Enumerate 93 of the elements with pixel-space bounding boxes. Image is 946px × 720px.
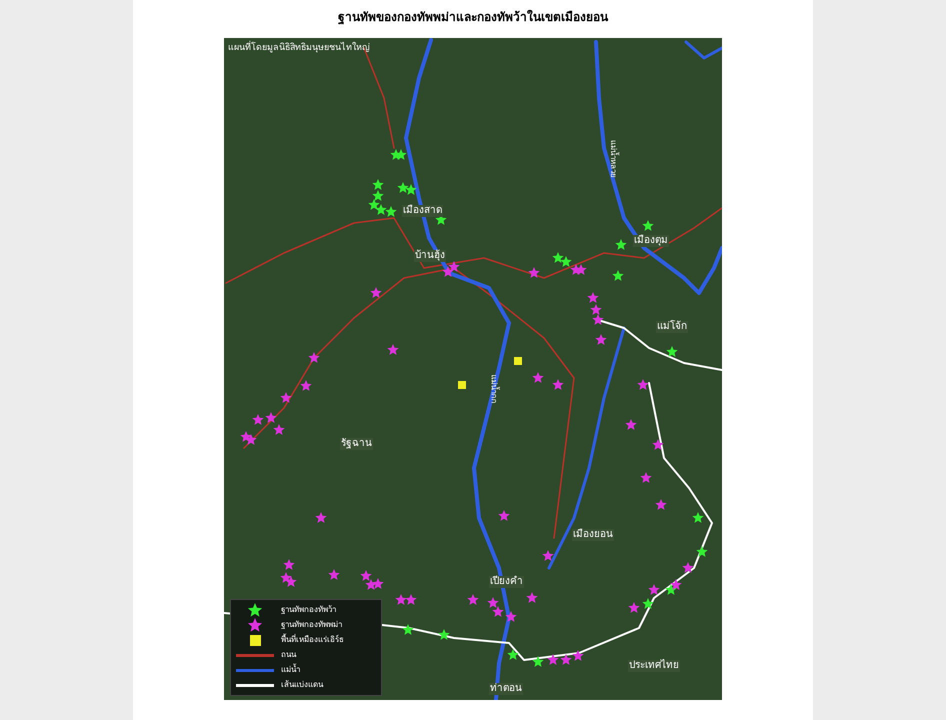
legend-label: ฐานทัพกองทัพพม่า [281,619,342,631]
legend-label: ถนน [281,649,296,661]
place-label: รัฐฉาน [340,438,373,450]
star-marker [628,602,640,613]
star-marker [652,439,664,450]
star-marker [245,434,257,445]
star-marker [285,576,297,587]
star-marker [283,559,295,570]
star-marker [595,334,607,345]
star-marker [572,650,584,661]
star-marker [575,264,587,275]
star-marker [387,344,399,355]
legend-label: พื้นที่เหมืองแร่เอิร์ธ [281,634,344,646]
star-marker [372,578,384,589]
star-marker [507,649,519,660]
star-marker [612,270,624,281]
square-marker [514,357,522,365]
place-label: ท่าตอน [489,683,523,695]
star-marker [587,292,599,303]
star-marker [665,584,677,595]
star-marker [682,562,694,573]
star-marker [467,594,479,605]
star-icon [247,602,263,618]
star-marker [532,656,544,667]
star-marker [405,184,417,195]
star-marker [395,149,407,160]
star-marker [637,379,649,390]
star-marker [492,606,504,617]
star-marker [560,256,572,267]
star-marker [328,569,340,580]
star-marker [552,379,564,390]
star-marker [448,261,460,272]
river-label: แม่น้ำกก [488,374,500,404]
star-marker [273,424,285,435]
place-label: เปียงคำ [489,576,524,588]
place-label: แม่โจ้ก [656,321,688,333]
star-marker [397,182,409,193]
star-icon [247,617,263,633]
star-marker [498,510,510,521]
star-marker [315,512,327,523]
star-marker [365,579,377,590]
star-marker [395,594,407,605]
star-marker [300,380,312,391]
star-marker [442,266,454,277]
star-marker [402,624,414,635]
star-marker [642,598,654,609]
star-marker [505,611,517,622]
star-marker [590,304,602,315]
star-marker [385,206,397,217]
star-marker [642,220,654,231]
star-marker [528,267,540,278]
river-label: แม่น้ำหลวย [608,140,619,178]
star-marker [666,346,678,357]
star-marker [532,372,544,383]
star-marker [252,414,264,425]
star-marker [370,287,382,298]
star-marker [625,419,637,430]
star-marker [547,654,559,665]
star-marker [692,512,704,523]
map-credit: แผนที่โดยมูลนิธิสิทธิมนุษยชนไทใหญ่ [228,42,370,56]
star-marker [670,579,682,590]
place-label: บ้านฮุ้ง [414,250,446,262]
star-marker [487,597,499,608]
legend-label: ฐานทัพกองทัพว้า [281,604,336,616]
star-marker [372,190,384,201]
star-marker [435,214,447,225]
legend-label: เส้นแบ่งแดน [281,679,323,691]
place-label: เมืองตุม [633,235,669,247]
star-marker [615,239,627,250]
square-marker [458,381,466,389]
star-marker [280,392,292,403]
star-marker [640,472,652,483]
place-label: ประเทศไทย [628,660,680,672]
star-marker [360,570,372,581]
star-marker [542,550,554,561]
star-marker [655,499,667,510]
star-marker [308,352,320,363]
star-marker [375,204,387,215]
map-title: ฐานทัพของกองทัพพม่าและกองทัพว้าในเขตเมืองยอน [338,8,608,26]
place-label: เมืองสาด [402,205,443,217]
star-marker [438,629,450,640]
star-marker [405,594,417,605]
star-marker [265,412,277,423]
star-marker [696,546,708,557]
star-marker [372,179,384,190]
star-marker [648,584,660,595]
star-marker [552,252,564,263]
star-marker [592,314,604,325]
place-label: เมืองยอน [572,529,614,541]
star-marker [560,654,572,665]
star-marker [526,592,538,603]
legend-label: แม่น้ำ [281,664,300,676]
star-marker [368,199,380,210]
